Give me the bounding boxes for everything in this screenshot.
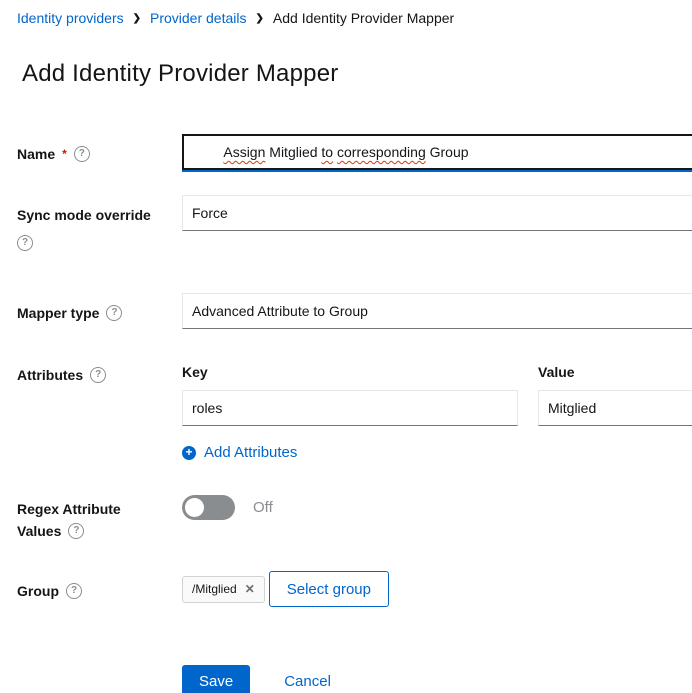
sync-mode-select[interactable]: Force bbox=[182, 195, 692, 231]
name-input[interactable]: Assign Mitglied to corresponding Group bbox=[182, 134, 692, 170]
required-asterisk: * bbox=[62, 143, 67, 165]
attributes-value-header: Value bbox=[538, 355, 692, 390]
mapper-type-label: Mapper type bbox=[17, 302, 99, 324]
group-chip: /Mitglied ✕ bbox=[182, 576, 265, 603]
name-input-value: Assign Mitglied to corresponding Group bbox=[193, 128, 469, 176]
mapper-type-select[interactable]: Advanced Attribute to Group bbox=[182, 293, 692, 329]
form-actions: Save Cancel bbox=[0, 665, 692, 693]
regex-toggle-group: Off bbox=[182, 493, 692, 520]
group-picker: /Mitglied ✕ Select group bbox=[182, 571, 692, 607]
page-title: Add Identity Provider Mapper bbox=[22, 60, 692, 88]
group-label: Group bbox=[17, 580, 59, 602]
help-icon[interactable]: ? bbox=[106, 305, 122, 321]
breadcrumb-identity-providers[interactable]: Identity providers bbox=[17, 10, 124, 26]
help-icon[interactable]: ? bbox=[66, 583, 82, 599]
attributes-label-cell: Attributes ? bbox=[17, 355, 182, 386]
attribute-value-value: Mitglied bbox=[548, 400, 596, 416]
add-attributes-label: Add Attributes bbox=[204, 444, 297, 461]
mapper-type-value: Advanced Attribute to Group bbox=[192, 303, 368, 319]
help-icon[interactable]: ? bbox=[90, 367, 106, 383]
sync-mode-label-cell: Sync mode override ? bbox=[17, 195, 182, 251]
regex-values-label-cell: Regex Attribute Values ? bbox=[17, 493, 182, 542]
toggle-knob bbox=[185, 498, 204, 517]
chip-close-icon[interactable]: ✕ bbox=[245, 582, 255, 596]
regex-values-row: Regex Attribute Values ? Off bbox=[0, 493, 692, 542]
name-label: Name bbox=[17, 143, 55, 165]
mapper-type-row: Mapper type ? Advanced Attribute to Grou… bbox=[0, 293, 692, 329]
attribute-key-input[interactable]: roles bbox=[182, 390, 518, 426]
regex-toggle-state: Off bbox=[253, 499, 273, 516]
plus-circle-icon: + bbox=[182, 446, 196, 460]
attribute-value-input[interactable]: Mitglied bbox=[538, 390, 692, 426]
group-chip-label: /Mitglied bbox=[192, 582, 237, 596]
attributes-row: Attributes ? Key Value roles Mitglied + … bbox=[0, 355, 692, 461]
breadcrumb-provider-details[interactable]: Provider details bbox=[150, 10, 247, 26]
help-icon[interactable]: ? bbox=[17, 235, 33, 251]
help-icon[interactable]: ? bbox=[74, 146, 90, 162]
regex-values-label-line2: Values bbox=[17, 520, 61, 542]
chevron-right-icon: ❯ bbox=[133, 12, 141, 24]
save-button[interactable]: Save bbox=[182, 665, 250, 693]
attribute-key-value: roles bbox=[192, 400, 222, 416]
breadcrumb-current-page: Add Identity Provider Mapper bbox=[273, 10, 454, 26]
sync-mode-value: Force bbox=[192, 205, 228, 221]
chevron-right-icon: ❯ bbox=[256, 12, 264, 24]
group-label-cell: Group ? bbox=[17, 571, 182, 602]
regex-toggle-switch[interactable] bbox=[182, 495, 235, 520]
add-attributes-button[interactable]: + Add Attributes bbox=[182, 444, 297, 461]
breadcrumb: Identity providers ❯ Provider details ❯ … bbox=[0, 0, 692, 26]
group-row: Group ? /Mitglied ✕ Select group bbox=[0, 571, 692, 607]
help-icon[interactable]: ? bbox=[68, 523, 84, 539]
attributes-editor: Key Value roles Mitglied + Add Attribute… bbox=[182, 355, 692, 461]
name-label-cell: Name * ? bbox=[17, 134, 182, 165]
attributes-label: Attributes bbox=[17, 364, 83, 386]
attributes-key-header: Key bbox=[182, 355, 518, 390]
select-group-button[interactable]: Select group bbox=[269, 571, 389, 607]
mapper-type-label-cell: Mapper type ? bbox=[17, 293, 182, 324]
regex-values-label-line1: Regex Attribute bbox=[17, 501, 121, 517]
name-row: Name * ? Assign Mitglied to correspondin… bbox=[0, 134, 692, 170]
sync-mode-label: Sync mode override bbox=[17, 207, 151, 223]
sync-mode-row: Sync mode override ? Force bbox=[0, 195, 692, 251]
mapper-form: Name * ? Assign Mitglied to correspondin… bbox=[0, 134, 692, 693]
cancel-button[interactable]: Cancel bbox=[284, 673, 331, 690]
